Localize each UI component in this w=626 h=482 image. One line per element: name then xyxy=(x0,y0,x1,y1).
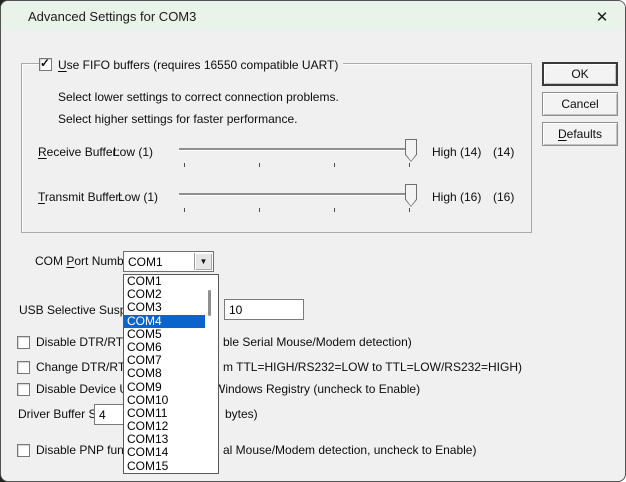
transmit-low-label: Low (1) xyxy=(118,190,159,204)
advanced-settings-dialog: Advanced Settings for COM3 ✕ ✓ Use FIFO … xyxy=(0,0,626,482)
use-fifo-checkbox[interactable]: ✓ xyxy=(39,56,52,71)
select-higher-text: Select higher settings for faster perfor… xyxy=(58,112,298,126)
tick-mark xyxy=(334,163,335,167)
change-dtr-rts-checkbox[interactable] xyxy=(17,360,30,374)
receive-buffer-label: Receive Buffer: xyxy=(38,145,120,159)
receive-high-label: High (14) xyxy=(432,145,482,159)
checkmark-icon: ✓ xyxy=(40,56,51,70)
defaults-button[interactable]: Defaults xyxy=(542,122,618,146)
chevron-down-icon[interactable]: ▼ xyxy=(194,253,212,270)
transmit-slider-thumb[interactable] xyxy=(405,184,417,207)
disable-device-usb-checkbox[interactable] xyxy=(17,382,30,396)
tick-mark xyxy=(334,208,335,212)
disable-device-usb-label-right: Windows Registry (uncheck to Enable) xyxy=(214,382,421,396)
transmit-high-label: High (16) xyxy=(432,190,482,204)
select-lower-text: Select lower settings to correct connect… xyxy=(58,90,339,104)
dropdown-item-com9[interactable]: COM9 xyxy=(124,380,218,394)
transmit-buffer-label: Transmit Buffer: xyxy=(38,190,123,204)
dropdown-item-com3[interactable]: COM3 xyxy=(124,301,218,314)
dropdown-item-com4[interactable]: COM4 xyxy=(124,314,205,328)
com-port-combobox-value: COM1 xyxy=(128,255,163,269)
disable-dtr-rts-row[interactable]: Disable DTR/RTS I xyxy=(17,335,138,349)
tick-mark xyxy=(184,208,185,212)
change-dtr-rts-label-right: m TTL=HIGH/RS232=LOW to TTL=LOW/RS232=HI… xyxy=(223,360,522,374)
tick-mark xyxy=(184,163,185,167)
use-fifo-label: Use FIFO buffers (requires 16550 compati… xyxy=(58,57,339,72)
com-port-combobox[interactable]: COM1 ▼ xyxy=(123,251,214,272)
tick-mark xyxy=(259,163,260,167)
titlebar: Advanced Settings for COM3 ✕ xyxy=(1,1,625,31)
disable-dtr-rts-checkbox[interactable] xyxy=(17,335,30,349)
driver-buffer-size-label-right: bytes) xyxy=(225,407,258,421)
transmit-value: (16) xyxy=(493,190,515,204)
com-port-dropdown-list: COM1 COM2 COM3 COM4 COM5 COM6 COM7 COM8 COM9 COM1… xyxy=(123,274,219,474)
tick-mark xyxy=(259,208,260,212)
close-icon[interactable]: ✕ xyxy=(592,7,612,27)
dropdown-item-com10[interactable]: COM10 xyxy=(124,393,218,407)
tick-mark xyxy=(409,163,410,167)
receive-slider-thumb[interactable] xyxy=(405,139,417,162)
disable-pnp-checkbox[interactable] xyxy=(17,443,30,457)
receive-slider-track[interactable] xyxy=(179,148,414,151)
dropdown-item-com5[interactable]: COM5 xyxy=(124,327,218,341)
dropdown-item-com8[interactable]: COM8 xyxy=(124,367,218,380)
ok-button[interactable]: OK xyxy=(542,62,618,86)
disable-dtr-rts-label-right: ble Serial Mouse/Modem detection) xyxy=(223,335,412,349)
cancel-button[interactable]: Cancel xyxy=(542,92,618,116)
dialog-title: Advanced Settings for COM3 xyxy=(28,8,197,24)
usb-suspend-input[interactable] xyxy=(224,299,304,320)
dropdown-item-com14[interactable]: COM14 xyxy=(124,446,218,459)
com-port-dropdown-list-items: COM1 COM2 COM3 COM4 COM5 COM6 COM7 COM8 COM9 COM1… xyxy=(124,275,218,473)
receive-value: (14) xyxy=(493,145,515,159)
dropdown-scrollbar[interactable] xyxy=(208,290,211,316)
disable-pnp-label-right: al Mouse/Modem detection, uncheck to Ena… xyxy=(223,443,477,457)
use-fifo-checkbox-row[interactable]: ✓ Use FIFO buffers (requires 16550 compa… xyxy=(39,56,344,72)
receive-low-label: Low (1) xyxy=(113,145,154,159)
tick-mark xyxy=(409,208,410,212)
transmit-slider-track[interactable] xyxy=(179,193,414,196)
dropdown-item-com15[interactable]: COM15 xyxy=(124,459,218,473)
